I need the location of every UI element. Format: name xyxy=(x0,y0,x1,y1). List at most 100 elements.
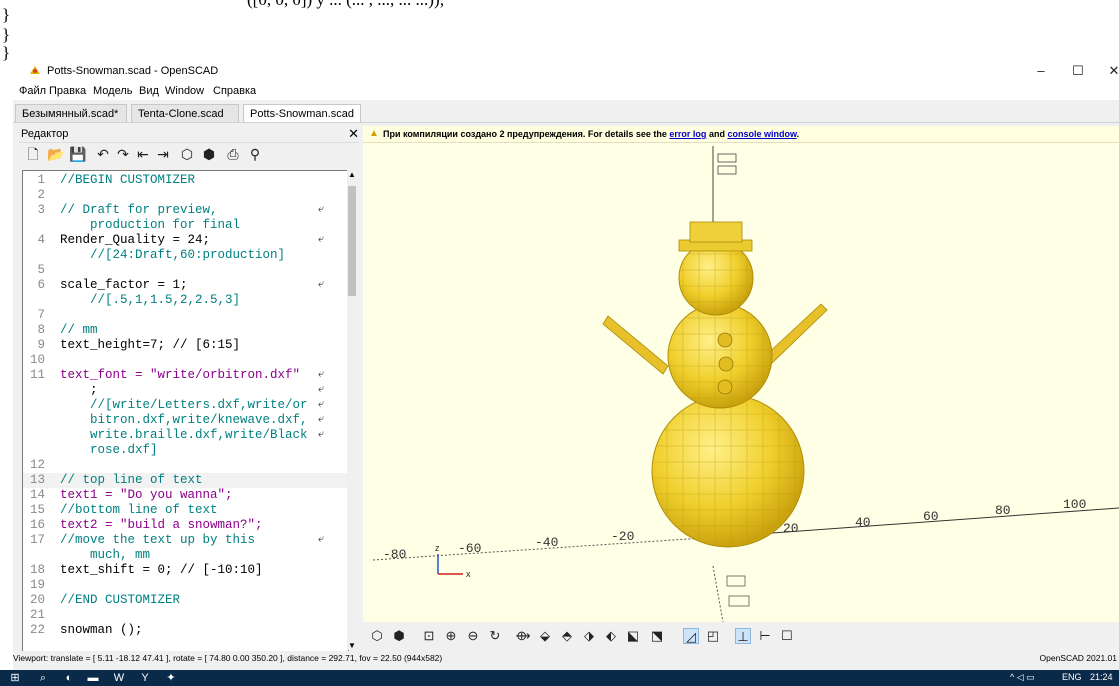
save-icon[interactable]: 💾 xyxy=(69,146,86,162)
title-bar[interactable]: Potts-Snowman.scad - OpenSCAD – ☐ ✕ xyxy=(13,60,1119,82)
axis-label: 80 xyxy=(995,503,1011,518)
clock[interactable]: 21:24 xyxy=(1090,672,1113,682)
menu-help[interactable]: Справка xyxy=(213,85,256,97)
code-text: bitron.dxf,write/knewave.dxf, xyxy=(60,413,308,427)
code-line: 17 //move the text up by this ⤶ xyxy=(23,533,348,548)
line-number: 5 xyxy=(37,263,45,277)
snowman-button xyxy=(717,332,733,348)
edge-browser-icon[interactable]: ◐ xyxy=(62,671,76,685)
zoom-out-icon[interactable]: ⊖ xyxy=(465,628,481,644)
preview-icon[interactable]: ⬡ xyxy=(369,628,385,644)
send-to-print-icon[interactable]: ⚲ xyxy=(247,146,263,162)
code-line: 22 snowman (); xyxy=(23,623,348,638)
orthogonal-icon[interactable]: ◰ xyxy=(705,628,721,644)
view-left-icon[interactable]: ⬗ xyxy=(581,628,597,644)
windows-start-icon[interactable]: ⊞ xyxy=(8,671,22,685)
background-code-brace: } xyxy=(2,25,11,44)
reset-view-icon[interactable]: ↻ xyxy=(487,628,503,644)
redo-icon[interactable]: ↷ xyxy=(115,146,131,162)
scroll-down-icon[interactable]: ▼ xyxy=(347,641,357,650)
view-diagonal-icon[interactable]: ⬔ xyxy=(649,628,665,644)
tab-tenta-clone[interactable]: Tenta-Clone.scad xyxy=(131,104,239,122)
view-front-icon[interactable]: ⬖ xyxy=(603,628,619,644)
openscad-taskbar-icon[interactable]: ✦ xyxy=(164,671,178,685)
status-bar: Viewport: translate = [ 5.11 -18.12 47.4… xyxy=(13,651,1119,664)
code-line: 11 text_font = "write/orbitron.dxf" ⤶ xyxy=(23,368,348,383)
zoom-all-icon[interactable]: ⊡ xyxy=(421,628,437,644)
scroll-up-icon[interactable]: ▲ xyxy=(347,170,357,179)
line-number: 18 xyxy=(29,563,45,577)
code-text: text2 = "build a snowman?"; xyxy=(60,518,263,532)
view-right-icon[interactable]: ⟴ xyxy=(515,628,531,644)
yandex-browser-icon[interactable]: Y xyxy=(138,671,152,685)
code-text: //move the text up by this xyxy=(60,533,256,547)
export-stl-icon[interactable]: ⎙ xyxy=(225,146,241,162)
code-text: text_font = "write/orbitron.dxf" xyxy=(60,368,301,382)
console-window-link[interactable]: console window xyxy=(727,129,796,139)
code-editor[interactable]: 1 //BEGIN CUSTOMIZER 2 3 // Draft for previe… xyxy=(22,170,349,652)
minimize-button[interactable]: – xyxy=(1026,62,1056,80)
wrap-marker-icon: ⤶ xyxy=(318,384,325,396)
view-top-icon[interactable]: ⬙ xyxy=(537,628,553,644)
file-explorer-icon[interactable]: ▬ xyxy=(86,671,100,685)
perspective-icon[interactable]: ◿ xyxy=(683,628,699,644)
editor-close-button[interactable]: ✕ xyxy=(348,126,359,142)
code-text: text1 = "Do you wanna"; xyxy=(60,488,233,502)
view-bottom-icon[interactable]: ⬘ xyxy=(559,628,575,644)
code-line: 18 text_shift = 0; // [-10:10] xyxy=(23,563,348,578)
undo-icon[interactable]: ↶ xyxy=(95,146,111,162)
menu-window[interactable]: Window xyxy=(165,85,204,97)
3d-viewport[interactable]: -80 -60 -40 -20 20 40 60 80 100 z x xyxy=(363,126,1119,622)
show-scale-icon[interactable]: ⊢ xyxy=(757,628,773,644)
word-icon[interactable]: W xyxy=(112,671,126,685)
line-number: 16 xyxy=(29,518,45,532)
warning-text: При компиляции создано 2 предупреждения.… xyxy=(383,129,799,139)
tab-potts-snowman[interactable]: Potts-Snowman.scad✕ xyxy=(243,104,361,138)
code-text: // Draft for preview, xyxy=(60,203,218,217)
axis-letter-x: x xyxy=(466,569,471,579)
render-icon[interactable]: ⬢ xyxy=(391,628,407,644)
axis-tick-mark xyxy=(728,595,750,607)
new-file-icon[interactable]: 🗋 xyxy=(25,146,41,162)
menu-view[interactable]: Вид xyxy=(139,85,159,97)
show-edges-icon[interactable]: ☐ xyxy=(779,628,795,644)
unindent-icon[interactable]: ⇤ xyxy=(135,146,151,162)
tab-untitled[interactable]: Безымянный.scad* xyxy=(15,104,127,122)
line-number: 22 xyxy=(29,623,45,637)
code-line: 2 xyxy=(23,188,348,203)
code-text: //END CUSTOMIZER xyxy=(60,593,181,607)
menu-file[interactable]: Файл xyxy=(19,85,46,97)
editor-scrollbar[interactable]: ▲ ▼ xyxy=(347,170,357,650)
search-icon[interactable]: ⌕ xyxy=(36,671,50,685)
render-icon[interactable]: ⬢ xyxy=(201,146,217,162)
snowman-hat-crown xyxy=(689,221,743,243)
code-line: 10 xyxy=(23,353,348,368)
code-line: rose.dxf] xyxy=(23,443,348,458)
background-code-area: ([0, 0, 0]) y ... (... , ..., ... ...));… xyxy=(0,0,1119,62)
axis-label: 40 xyxy=(855,515,871,530)
code-line: 15 //bottom line of text xyxy=(23,503,348,518)
view-back-icon[interactable]: ⬕ xyxy=(625,628,641,644)
menu-edit[interactable]: Правка xyxy=(49,85,86,97)
code-line: 5 xyxy=(23,263,348,278)
menu-model[interactable]: Модель xyxy=(93,85,132,97)
wrap-marker-icon: ⤶ xyxy=(318,369,325,381)
scrollbar-thumb[interactable] xyxy=(348,186,356,296)
preview-icon[interactable]: ⬡ xyxy=(179,146,195,162)
show-axes-icon[interactable]: ⊥ xyxy=(735,628,751,644)
open-folder-icon[interactable]: 📂 xyxy=(47,146,64,162)
wrap-marker-icon: ⤶ xyxy=(318,399,325,411)
system-tray-icons[interactable]: ^ ◁ ▭ xyxy=(1010,672,1035,683)
close-button[interactable]: ✕ xyxy=(1099,62,1119,80)
code-text: //[.5,1,1.5,2,2.5,3] xyxy=(60,293,241,307)
language-indicator[interactable]: ENG xyxy=(1062,672,1082,682)
error-log-link[interactable]: error log xyxy=(669,129,706,139)
wrap-marker-icon: ⤶ xyxy=(318,234,325,246)
axis-letter-z: z xyxy=(435,543,440,553)
indent-icon[interactable]: ⇥ xyxy=(155,146,171,162)
axis-tick-mark xyxy=(726,575,746,587)
zoom-in-icon[interactable]: ⊕ xyxy=(443,628,459,644)
code-line: 9 text_height=7; // [6:15] xyxy=(23,338,348,353)
maximize-button[interactable]: ☐ xyxy=(1063,62,1093,80)
snowman-right-arm xyxy=(762,303,828,367)
